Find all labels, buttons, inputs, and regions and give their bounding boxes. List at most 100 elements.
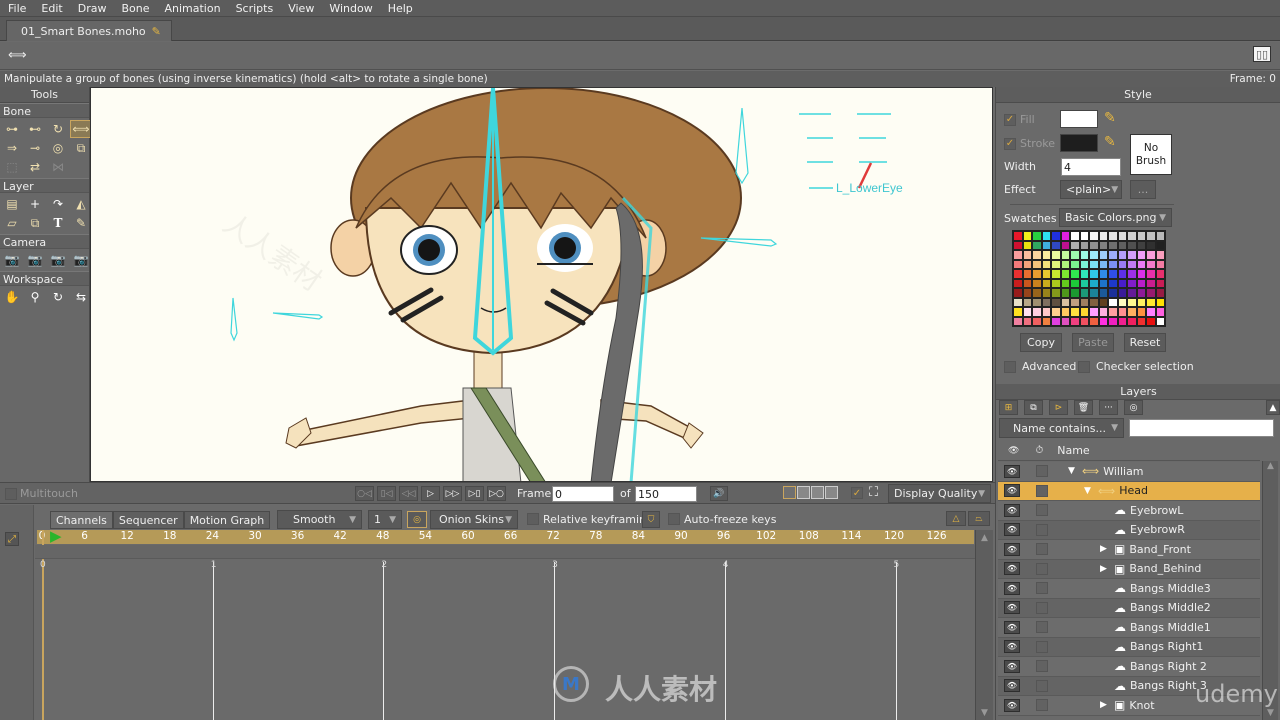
color-swatch[interactable] [1089, 288, 1099, 298]
layer-row[interactable]: 👁 ▶ ▣ Knot [998, 696, 1260, 716]
rotate-workspace-tool-icon[interactable]: ↻ [47, 288, 69, 306]
scroll-down-icon[interactable]: ▼ [976, 708, 993, 718]
rewind-to-start-icon[interactable]: ○◁ [355, 486, 374, 501]
color-swatch[interactable] [1136, 297, 1146, 307]
color-swatch[interactable] [1136, 278, 1146, 288]
color-swatch[interactable] [1098, 288, 1108, 298]
pan-tilt-camera-tool-icon[interactable]: 📷 [70, 251, 92, 269]
library-book-icon[interactable]: ▯▯ [1253, 46, 1271, 62]
play-icon[interactable]: ▷ [421, 486, 440, 501]
color-swatch[interactable] [1032, 278, 1042, 288]
color-swatch[interactable] [1022, 316, 1032, 326]
transform-bone-tool-icon[interactable]: ⇄ [24, 158, 46, 176]
brush-button[interactable]: No Brush [1130, 134, 1172, 175]
color-swatch[interactable] [1070, 278, 1080, 288]
color-swatch[interactable] [1098, 269, 1108, 279]
color-swatch[interactable] [1079, 259, 1089, 269]
copy-button[interactable]: Copy [1020, 333, 1062, 352]
color-swatch[interactable] [1041, 250, 1051, 260]
reset-button[interactable]: Reset [1124, 333, 1166, 352]
color-swatch[interactable] [1127, 278, 1137, 288]
color-swatch[interactable] [1051, 278, 1061, 288]
visibility-eye-icon[interactable]: 👁 [1004, 659, 1020, 673]
layer-timing-checkbox[interactable] [1036, 543, 1048, 556]
color-swatch[interactable] [1155, 240, 1165, 250]
layer-row[interactable]: 👁 ☁ Bangs Right1 [998, 637, 1260, 657]
layer-row[interactable]: 👁 ▼ ⟺ Head [998, 481, 1260, 501]
tab-sequencer[interactable]: Sequencer [112, 511, 184, 529]
play-head-marker-icon[interactable]: ▶ [50, 529, 62, 544]
color-swatch[interactable] [1117, 316, 1127, 326]
stroke-eyedropper-icon[interactable]: ✎ [1104, 134, 1116, 150]
color-swatch[interactable] [1070, 316, 1080, 326]
onion-skin-toggle-icon[interactable]: ◎ [407, 511, 427, 528]
layer-row[interactable]: 👁 ☁ EyebrowL [998, 501, 1260, 521]
manipulate-bones-tool-icon[interactable]: ⟺ [70, 120, 92, 138]
color-swatch-grid[interactable] [1012, 230, 1166, 327]
onion-skins-dropdown[interactable]: Onion Skins ▼ [430, 510, 518, 529]
color-swatch[interactable] [1098, 240, 1108, 250]
visibility-eye-icon[interactable]: 👁 [1004, 620, 1020, 634]
color-swatch[interactable] [1070, 288, 1080, 298]
color-swatch[interactable] [1041, 307, 1051, 317]
color-swatch[interactable] [1013, 316, 1023, 326]
transform-layer-tool-icon[interactable]: ▤ [1, 195, 23, 213]
color-swatch[interactable] [1032, 231, 1042, 241]
layer-row[interactable]: 👁 ▶ ▣ Band_Behind [998, 559, 1260, 579]
color-swatch[interactable] [1089, 316, 1099, 326]
visibility-eye-icon[interactable]: 👁 [1004, 503, 1020, 517]
color-swatch[interactable] [1089, 297, 1099, 307]
color-swatch[interactable] [1136, 288, 1146, 298]
color-swatch[interactable] [1117, 259, 1127, 269]
expand-timeline-icon[interactable]: ⤢ [5, 532, 19, 546]
next-keyframe-icon[interactable]: ▷▯ [465, 486, 484, 501]
color-swatch[interactable] [1108, 259, 1118, 269]
color-swatch[interactable] [1098, 250, 1108, 260]
color-swatch[interactable] [1127, 269, 1137, 279]
color-swatch[interactable] [1041, 316, 1051, 326]
color-swatch[interactable] [1098, 316, 1108, 326]
audio-speaker-icon[interactable]: 🔊 [710, 486, 728, 501]
scroll-up-icon[interactable]: ▲ [1263, 461, 1278, 471]
color-swatch[interactable] [1155, 297, 1165, 307]
swatches-dropdown[interactable]: Basic Colors.png ▼ [1059, 208, 1172, 227]
color-swatch[interactable] [1070, 240, 1080, 250]
multitouch-checkbox[interactable] [5, 488, 17, 500]
color-swatch[interactable] [1041, 288, 1051, 298]
color-swatch[interactable] [1108, 269, 1118, 279]
new-layer-icon[interactable]: ⊞ [999, 400, 1018, 415]
translate-bone-tool-icon[interactable]: ⊷ [24, 120, 46, 138]
color-swatch[interactable] [1108, 231, 1118, 241]
step-forward-icon[interactable]: ▷▷ [443, 486, 462, 501]
visibility-eye-icon[interactable]: 👁 [1004, 542, 1020, 556]
color-swatch[interactable] [1108, 307, 1118, 317]
effect-more-button[interactable]: ... [1130, 180, 1156, 199]
color-swatch[interactable] [1155, 231, 1165, 241]
auto-freeze-checkbox[interactable] [668, 513, 680, 525]
layer-filter-dropdown[interactable]: Name contains... ▼ [999, 418, 1124, 438]
layer-row[interactable]: 👁 ▼ ⟺ William [998, 462, 1260, 482]
color-swatch[interactable] [1117, 278, 1127, 288]
layer-timing-checkbox[interactable] [1036, 523, 1048, 536]
color-swatch[interactable] [1136, 250, 1146, 260]
layer-timing-checkbox[interactable] [1036, 465, 1048, 478]
layers-scrollbar[interactable]: ▲ ▼ [1262, 461, 1278, 720]
color-swatch[interactable] [1146, 307, 1156, 317]
zoom-magnifier-tool-icon[interactable]: ⚲ [24, 288, 46, 306]
color-swatch[interactable] [1146, 259, 1156, 269]
visibility-eye-icon[interactable]: 👁 [1004, 679, 1020, 693]
color-swatch[interactable] [1022, 250, 1032, 260]
color-swatch[interactable] [1051, 316, 1061, 326]
color-swatch[interactable] [1022, 240, 1032, 250]
color-swatch[interactable] [1032, 250, 1042, 260]
visibility-eye-icon[interactable]: 👁 [1004, 640, 1020, 654]
color-swatch[interactable] [1013, 250, 1023, 260]
keyframe-shield-icon[interactable]: ⛉ [642, 511, 660, 528]
color-swatch[interactable] [1079, 278, 1089, 288]
color-swatch[interactable] [1041, 269, 1051, 279]
color-swatch[interactable] [1060, 240, 1070, 250]
more-options-icon[interactable]: ··· [1099, 400, 1118, 415]
layer-row[interactable]: 👁 ☁ Bangs Right 2 [998, 657, 1260, 677]
timeline-vscroll[interactable]: ▲ ▼ [975, 530, 993, 720]
color-swatch[interactable] [1098, 259, 1108, 269]
